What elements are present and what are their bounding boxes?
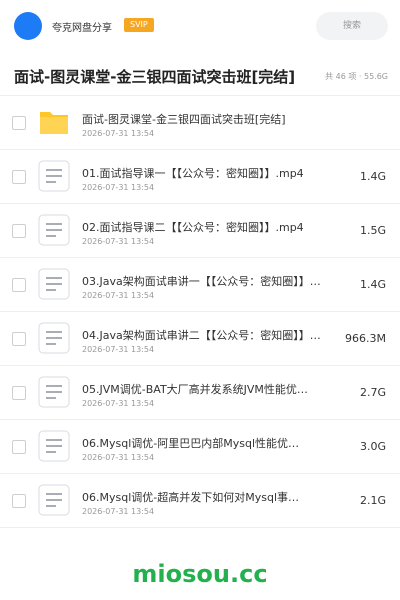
file-date: 2026-07-31 13:54 <box>82 291 155 300</box>
file-date: 2026-07-31 13:54 <box>82 237 155 246</box>
file-date: 2026-07-31 13:54 <box>82 183 155 192</box>
document-icon <box>38 214 70 246</box>
file-name: 面试-图灵课堂-金三银四面试突击班[完结] <box>82 113 286 126</box>
list-item[interactable]: 04.Java架构面试串讲二【【公众号：密知圈】】… 2026-07-31 13… <box>0 312 400 366</box>
list-item[interactable]: 面试-图灵课堂-金三银四面试突击班[完结] 2026-07-31 13:54 <box>0 96 400 150</box>
avatar[interactable] <box>14 12 42 40</box>
list-item[interactable]: 03.Java架构面试串讲一【【公众号：密知圈】】… 2026-07-31 13… <box>0 258 400 312</box>
list-item[interactable]: 01.面试指导课一【【公众号：密知圈】】.mp4 2026-07-31 13:5… <box>0 150 400 204</box>
file-size: 2.7G <box>359 386 386 399</box>
row-checkbox[interactable] <box>12 116 26 130</box>
file-list: 面试-图灵课堂-金三银四面试突击班[完结] 2026-07-31 13:54 0… <box>0 96 400 528</box>
file-size: 966.3M <box>345 332 386 345</box>
file-name: 04.Java架构面试串讲二【【公众号：密知圈】】… <box>82 329 321 342</box>
user-name: 夸克网盘分享 <box>52 23 112 34</box>
folder-icon <box>38 106 70 138</box>
folder-stats: 共 46 项 · 55.6G <box>325 72 388 81</box>
row-checkbox[interactable] <box>12 224 26 238</box>
top-bar: 夸克网盘分享 SVIP 搜索 <box>0 0 400 52</box>
file-name: 05.JVM调优-BAT大厂高并发系统JVM性能优… <box>82 383 308 396</box>
document-icon <box>38 322 70 354</box>
file-name: 02.面试指导课二【【公众号：密知圈】】.mp4 <box>82 221 304 234</box>
row-checkbox[interactable] <box>12 440 26 454</box>
file-size: 2.1G <box>359 494 386 507</box>
file-date: 2026-07-31 13:54 <box>82 345 155 354</box>
document-icon <box>38 268 70 300</box>
row-checkbox[interactable] <box>12 170 26 184</box>
file-date: 2026-07-31 13:54 <box>82 129 155 138</box>
file-size: 1.4G <box>359 278 386 291</box>
document-icon <box>38 376 70 408</box>
document-icon <box>38 484 70 516</box>
file-date: 2026-07-31 13:54 <box>82 507 155 516</box>
file-date: 2026-07-31 13:54 <box>82 453 155 462</box>
file-size: 1.4G <box>359 170 386 183</box>
list-item[interactable]: 06.Mysql调优-阿里巴巴内部Mysql性能优… 2026-07-31 13… <box>0 420 400 474</box>
page-title: 面试-图灵课堂-金三银四面试突击班[完结] <box>14 68 296 86</box>
row-checkbox[interactable] <box>12 278 26 292</box>
file-size: 3.0G <box>359 440 386 453</box>
list-item[interactable]: 02.面试指导课二【【公众号：密知圈】】.mp4 2026-07-31 13:5… <box>0 204 400 258</box>
list-item[interactable]: 06.Mysql调优-超高并发下如何对Mysql事… 2026-07-31 13… <box>0 474 400 528</box>
folder-header: 面试-图灵课堂-金三银四面试突击班[完结] 共 46 项 · 55.6G <box>0 56 400 96</box>
document-icon <box>38 430 70 462</box>
file-name: 01.面试指导课一【【公众号：密知圈】】.mp4 <box>82 167 304 180</box>
document-icon <box>38 160 70 192</box>
svip-badge: SVIP <box>124 18 154 32</box>
file-date: 2026-07-31 13:54 <box>82 399 155 408</box>
file-name: 06.Mysql调优-阿里巴巴内部Mysql性能优… <box>82 437 300 450</box>
file-name: 03.Java架构面试串讲一【【公众号：密知圈】】… <box>82 275 321 288</box>
file-size: 1.5G <box>359 224 386 237</box>
file-name: 06.Mysql调优-超高并发下如何对Mysql事… <box>82 491 300 504</box>
search-input[interactable]: 搜索 <box>316 12 388 40</box>
row-checkbox[interactable] <box>12 332 26 346</box>
row-checkbox[interactable] <box>12 494 26 508</box>
row-checkbox[interactable] <box>12 386 26 400</box>
watermark: miosou.cc <box>132 560 268 588</box>
list-item[interactable]: 05.JVM调优-BAT大厂高并发系统JVM性能优… 2026-07-31 13… <box>0 366 400 420</box>
